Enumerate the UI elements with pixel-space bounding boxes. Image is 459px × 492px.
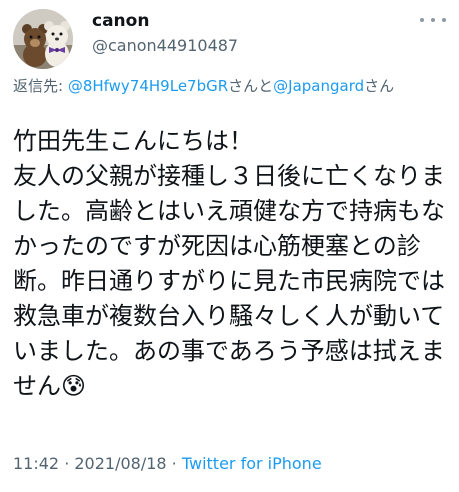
display-name[interactable]: canon: [92, 11, 149, 31]
tweet-card: canon @canon44910487 返信先: @8Hfwy74H9Le7b…: [0, 0, 459, 492]
dot: [442, 18, 446, 22]
dot: [420, 18, 424, 22]
tweet-text: 竹田先生こんにちは！ 友人の父親が接種し３日後に亡くなりました。高齢とはいえ頑健…: [13, 127, 445, 400]
teddy-bears-icon: [13, 9, 73, 69]
dot: [431, 18, 435, 22]
tweet-meta: 11:42 · 2021/08/18 · Twitter for iPhone: [13, 454, 322, 473]
separator: ·: [59, 454, 75, 473]
reply-to-line: 返信先: @8Hfwy74H9Le7bGRさんと@Japangardさん: [13, 76, 445, 97]
reply-suffix: さん: [364, 77, 395, 95]
mention-link[interactable]: @Japangard: [273, 77, 364, 95]
reply-connector: さんと: [228, 77, 274, 95]
avatar[interactable]: [13, 9, 73, 69]
user-handle[interactable]: @canon44910487: [92, 36, 238, 55]
tweet-date[interactable]: 2021/08/18: [74, 454, 166, 473]
tweet-time[interactable]: 11:42: [13, 454, 59, 473]
more-options-icon[interactable]: [420, 12, 446, 28]
reply-prefix: 返信先:: [13, 77, 68, 95]
tweet-source-link[interactable]: Twitter for iPhone: [182, 454, 322, 473]
mention-link[interactable]: @8Hfwy74H9Le7bGR: [68, 77, 228, 95]
separator: ·: [166, 454, 182, 473]
